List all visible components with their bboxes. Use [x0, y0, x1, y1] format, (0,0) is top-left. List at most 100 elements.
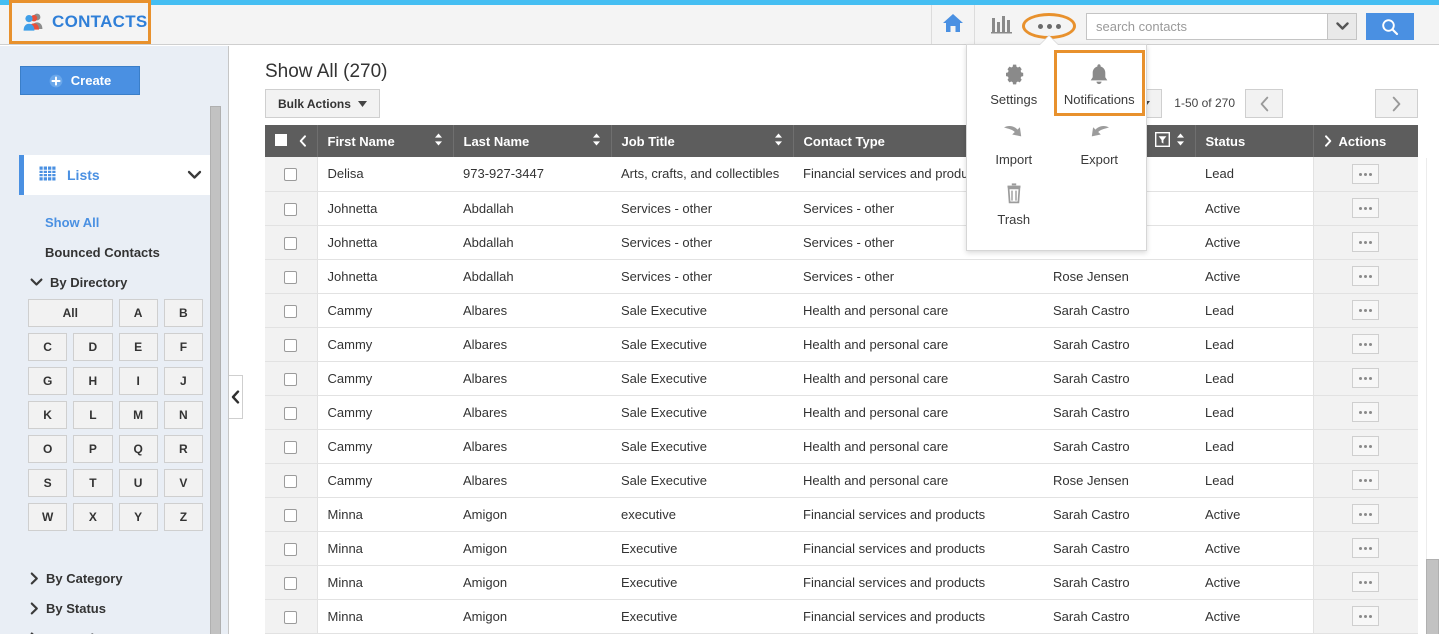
row-actions-cell[interactable]	[1313, 361, 1418, 395]
ellipsis-icon[interactable]	[1352, 198, 1379, 218]
ellipsis-icon[interactable]	[1352, 334, 1379, 354]
alpha-filter-all[interactable]: All	[28, 299, 113, 327]
alpha-filter-f[interactable]: F	[164, 333, 203, 361]
menu-item-notifications[interactable]: Notifications	[1054, 50, 1146, 116]
row-checkbox[interactable]	[284, 168, 297, 181]
alpha-filter-q[interactable]: Q	[119, 435, 158, 463]
search-options-dropdown[interactable]	[1327, 13, 1357, 40]
alpha-filter-i[interactable]: I	[119, 367, 158, 395]
chevron-right-icon[interactable]	[1324, 135, 1332, 147]
row-checkbox[interactable]	[284, 339, 297, 352]
table-row[interactable]: JohnettaAbdallahServices - otherServices…	[265, 225, 1418, 259]
alpha-filter-a[interactable]: A	[119, 299, 158, 327]
alpha-filter-r[interactable]: R	[164, 435, 203, 463]
row-select-cell[interactable]	[265, 157, 317, 191]
select-all-checkbox-icon[interactable]	[275, 134, 287, 149]
alpha-filter-e[interactable]: E	[119, 333, 158, 361]
row-select-cell[interactable]	[265, 497, 317, 531]
bulk-actions-button[interactable]: Bulk Actions	[265, 89, 380, 118]
alpha-filter-c[interactable]: C	[28, 333, 67, 361]
ellipsis-icon[interactable]	[1352, 606, 1379, 626]
alpha-filter-g[interactable]: G	[28, 367, 67, 395]
sort-icon[interactable]	[592, 133, 601, 149]
alpha-filter-z[interactable]: Z	[164, 503, 203, 531]
alpha-filter-h[interactable]: H	[73, 367, 112, 395]
reports-button[interactable]	[990, 15, 1014, 36]
row-checkbox[interactable]	[284, 373, 297, 386]
row-checkbox[interactable]	[284, 203, 297, 216]
row-checkbox[interactable]	[284, 305, 297, 318]
alpha-filter-m[interactable]: M	[119, 401, 158, 429]
row-select-cell[interactable]	[265, 599, 317, 633]
alpha-filter-j[interactable]: J	[164, 367, 203, 395]
row-checkbox[interactable]	[284, 237, 297, 250]
table-row[interactable]: CammyAlbaresSale ExecutiveHealth and per…	[265, 429, 1418, 463]
row-checkbox[interactable]	[284, 577, 297, 590]
alpha-filter-n[interactable]: N	[164, 401, 203, 429]
row-checkbox[interactable]	[284, 611, 297, 624]
row-checkbox[interactable]	[284, 407, 297, 420]
sidebar-item-bounced-contacts[interactable]: Bounced Contacts	[45, 245, 160, 260]
row-actions-cell[interactable]	[1313, 225, 1418, 259]
menu-item-trash[interactable]: Trash	[971, 173, 1057, 233]
row-select-cell[interactable]	[265, 259, 317, 293]
ellipsis-icon[interactable]	[1352, 538, 1379, 558]
alpha-filter-s[interactable]: S	[28, 469, 67, 497]
row-select-cell[interactable]	[265, 293, 317, 327]
menu-item-settings[interactable]: Settings	[971, 53, 1057, 113]
row-actions-cell[interactable]	[1313, 395, 1418, 429]
table-row[interactable]: CammyAlbaresSale ExecutiveHealth and per…	[265, 327, 1418, 361]
alpha-filter-y[interactable]: Y	[119, 503, 158, 531]
ellipsis-icon[interactable]	[1352, 266, 1379, 286]
row-actions-cell[interactable]	[1313, 259, 1418, 293]
table-row[interactable]: CammyAlbaresSale ExecutiveHealth and per…	[265, 361, 1418, 395]
sidebar-item-show-all[interactable]: Show All	[45, 215, 99, 230]
pagination-prev-button[interactable]	[1245, 89, 1283, 118]
table-row[interactable]: MinnaAmigonexecutiveFinancial services a…	[265, 497, 1418, 531]
row-actions-cell[interactable]	[1313, 327, 1418, 361]
alpha-filter-b[interactable]: B	[164, 299, 203, 327]
table-row[interactable]: MinnaAmigonExecutiveFinancial services a…	[265, 531, 1418, 565]
ellipsis-icon[interactable]	[1352, 470, 1379, 490]
alpha-filter-v[interactable]: V	[164, 469, 203, 497]
row-checkbox[interactable]	[284, 509, 297, 522]
table-row[interactable]: JohnettaAbdallahServices - otherServices…	[265, 191, 1418, 225]
row-checkbox[interactable]	[284, 271, 297, 284]
sort-icon[interactable]	[434, 133, 443, 149]
row-actions-cell[interactable]	[1313, 497, 1418, 531]
column-header-first-name[interactable]: First Name	[317, 125, 453, 157]
row-select-cell[interactable]	[265, 361, 317, 395]
column-header-job-title[interactable]: Job Title	[611, 125, 793, 157]
row-checkbox[interactable]	[284, 475, 297, 488]
row-select-cell[interactable]	[265, 225, 317, 259]
table-row[interactable]: CammyAlbaresSale ExecutiveHealth and per…	[265, 395, 1418, 429]
row-actions-cell[interactable]	[1313, 293, 1418, 327]
ellipsis-icon[interactable]	[1352, 164, 1379, 184]
column-header-select[interactable]	[265, 125, 317, 157]
alpha-filter-x[interactable]: X	[73, 503, 112, 531]
sort-icon[interactable]	[774, 133, 783, 149]
alpha-filter-d[interactable]: D	[73, 333, 112, 361]
alpha-filter-l[interactable]: L	[73, 401, 112, 429]
column-header-actions[interactable]: Actions	[1313, 125, 1418, 157]
create-button[interactable]: Create	[20, 66, 140, 95]
sidebar-group-by-status[interactable]: By Status	[30, 601, 106, 616]
search-input[interactable]	[1086, 13, 1327, 40]
row-actions-cell[interactable]	[1313, 191, 1418, 225]
sidebar-group-by-directory[interactable]: By Directory	[30, 275, 127, 290]
row-actions-cell[interactable]	[1313, 599, 1418, 633]
sidebar-item-lists[interactable]: Lists	[19, 155, 214, 195]
row-checkbox[interactable]	[284, 441, 297, 454]
row-actions-cell[interactable]	[1313, 463, 1418, 497]
alpha-filter-u[interactable]: U	[119, 469, 158, 497]
ellipsis-icon[interactable]	[1352, 504, 1379, 524]
ellipsis-icon[interactable]	[1352, 436, 1379, 456]
chevron-left-icon[interactable]	[299, 135, 307, 147]
home-button[interactable]	[931, 5, 975, 44]
row-checkbox[interactable]	[284, 543, 297, 556]
table-row[interactable]: MinnaAmigonExecutiveFinancial services a…	[265, 565, 1418, 599]
alpha-filter-k[interactable]: K	[28, 401, 67, 429]
row-select-cell[interactable]	[265, 463, 317, 497]
ellipsis-icon[interactable]	[1352, 232, 1379, 252]
row-select-cell[interactable]	[265, 191, 317, 225]
